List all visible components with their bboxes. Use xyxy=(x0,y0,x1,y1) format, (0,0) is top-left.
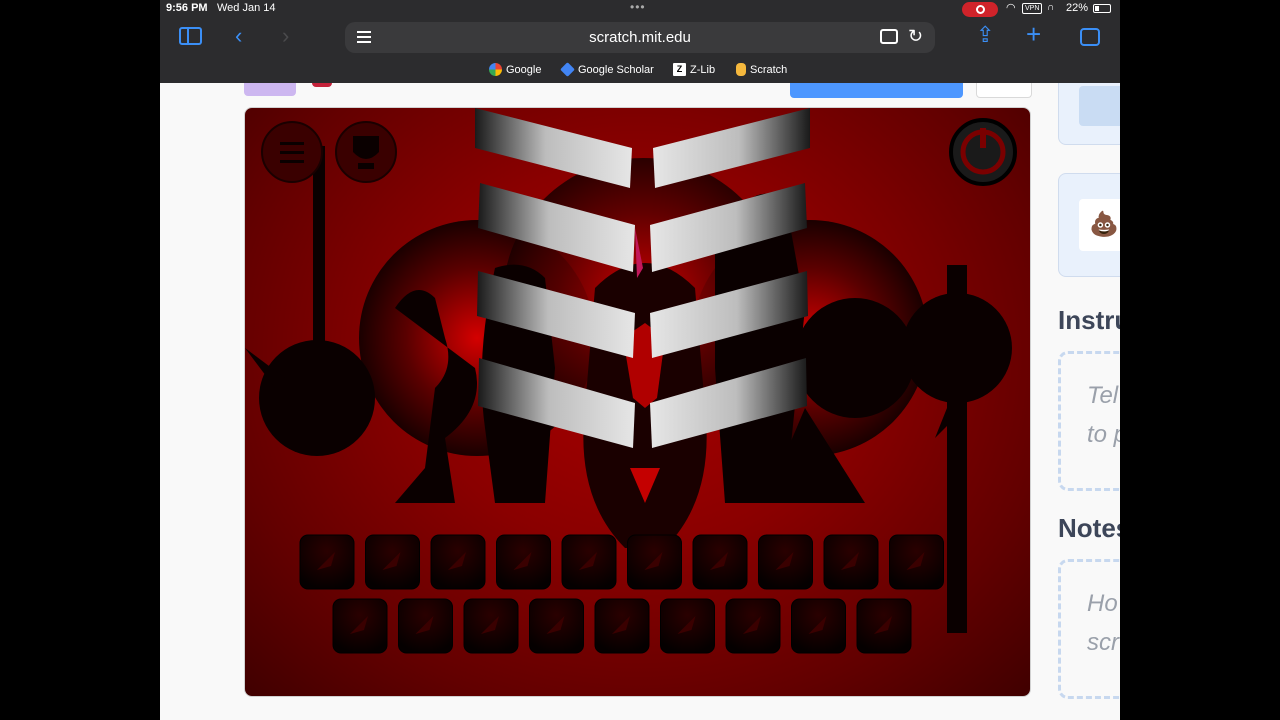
instructions-placeholder-line-1: Tel xyxy=(1087,382,1119,409)
ipad-screen: 💩 Instru Tel to p Notes Ho scr xyxy=(160,0,1120,720)
sound-tile[interactable] xyxy=(463,598,519,654)
notes-textarea[interactable]: Ho scr xyxy=(1058,559,1120,699)
screen-recording-icon[interactable] xyxy=(962,2,998,17)
bookmark-label: Scratch xyxy=(750,63,788,76)
card-thumbnail xyxy=(1079,86,1120,126)
back-icon[interactable]: ‹ xyxy=(235,25,242,47)
sound-tile[interactable] xyxy=(299,534,355,590)
bookmark-label: Z-Lib xyxy=(690,63,716,76)
status-date: Wed Jan 14 xyxy=(217,2,276,14)
sound-tile[interactable] xyxy=(561,534,617,590)
bookmark-zlib[interactable]: Z Z-Lib xyxy=(673,63,715,76)
bookmark-scratch[interactable]: Scratch xyxy=(736,63,787,76)
bookmark-google-scholar[interactable]: Google Scholar xyxy=(560,62,654,77)
address-bar[interactable]: scratch.mit.edu ↻ xyxy=(345,22,935,53)
see-inside-button[interactable] xyxy=(790,83,963,98)
forward-icon[interactable]: › xyxy=(282,25,289,47)
sound-tile[interactable] xyxy=(725,598,781,654)
sound-tile[interactable] xyxy=(823,534,879,590)
bookmark-label: Google xyxy=(506,63,542,76)
sound-tile[interactable] xyxy=(365,534,420,590)
trophy-icon xyxy=(353,136,379,159)
sound-palette-row-2 xyxy=(332,598,912,654)
stage-canvas[interactable] xyxy=(245,108,1031,697)
sound-tile[interactable] xyxy=(627,534,682,590)
notes-heading: Notes xyxy=(1058,513,1120,543)
safari-toolbar: 9:56 PM Wed Jan 14 ••• ◠ VPN ∩ 22% ‹ › s… xyxy=(160,0,1120,83)
sound-tile[interactable] xyxy=(791,598,846,654)
status-time: 9:56 PM xyxy=(166,2,208,14)
sidebar-card-top[interactable] xyxy=(1058,73,1120,145)
bookmarks-bar: Google Google Scholar Z Z-Lib Scratch xyxy=(160,62,1120,78)
share-icon[interactable]: ⇪ xyxy=(976,24,994,46)
scratch-project-page: 💩 Instru Tel to p Notes Ho scr xyxy=(160,73,1120,720)
extension-icon[interactable] xyxy=(880,29,898,44)
tabs-icon[interactable] xyxy=(1080,28,1100,46)
sound-tile[interactable] xyxy=(856,598,912,654)
reload-icon[interactable]: ↻ xyxy=(908,26,923,47)
headphones-icon: ∩ xyxy=(1047,2,1055,13)
sound-tile[interactable] xyxy=(430,534,486,590)
google-scholar-icon xyxy=(560,62,575,77)
notes-placeholder-line-2: scr xyxy=(1087,629,1119,656)
power-button[interactable] xyxy=(949,118,1017,186)
menu-icon xyxy=(280,142,304,145)
sidebar-card-project[interactable]: 💩 xyxy=(1058,173,1120,277)
stop-sign-icon[interactable] xyxy=(312,83,332,87)
project-tab-chip[interactable] xyxy=(244,83,296,96)
instructions-heading: Instru xyxy=(1058,305,1120,335)
sound-tile[interactable] xyxy=(529,598,584,654)
sound-tile[interactable] xyxy=(332,598,388,654)
wifi-icon: ◠ xyxy=(1006,2,1016,14)
sound-tile[interactable] xyxy=(496,534,551,590)
menu-button[interactable] xyxy=(261,121,323,183)
battery-percentage: 22% xyxy=(1066,2,1089,14)
instructions-placeholder-line-2: to p xyxy=(1087,421,1120,448)
url-text[interactable]: scratch.mit.edu xyxy=(345,29,935,46)
multitasking-dots-icon[interactable]: ••• xyxy=(630,0,646,14)
google-icon xyxy=(489,63,502,76)
project-stage[interactable] xyxy=(244,107,1031,697)
sidebar-icon[interactable] xyxy=(179,27,202,45)
scratch-icon xyxy=(736,63,746,76)
vpn-badge: VPN xyxy=(1022,3,1043,14)
new-tab-icon[interactable]: + xyxy=(1026,21,1041,47)
project-thumbnail: 💩 xyxy=(1079,199,1120,251)
sound-tile[interactable] xyxy=(594,598,650,654)
sound-tile[interactable] xyxy=(758,534,813,590)
bookmark-label: Google Scholar xyxy=(578,63,654,76)
sound-tile[interactable] xyxy=(660,598,715,654)
secondary-button[interactable] xyxy=(976,83,1032,98)
battery-icon xyxy=(1093,4,1111,13)
notes-placeholder-line-1: Ho xyxy=(1087,590,1118,617)
sound-tile[interactable] xyxy=(692,534,748,590)
trophy-button[interactable] xyxy=(335,121,397,183)
bookmark-google[interactable]: Google xyxy=(489,63,541,76)
sound-tile[interactable] xyxy=(889,534,944,590)
instructions-textarea[interactable]: Tel to p xyxy=(1058,351,1120,491)
zlib-icon: Z xyxy=(673,63,686,76)
sound-tile[interactable] xyxy=(398,598,453,654)
status-bar: 9:56 PM Wed Jan 14 ••• ◠ VPN ∩ 22% xyxy=(160,0,1120,18)
